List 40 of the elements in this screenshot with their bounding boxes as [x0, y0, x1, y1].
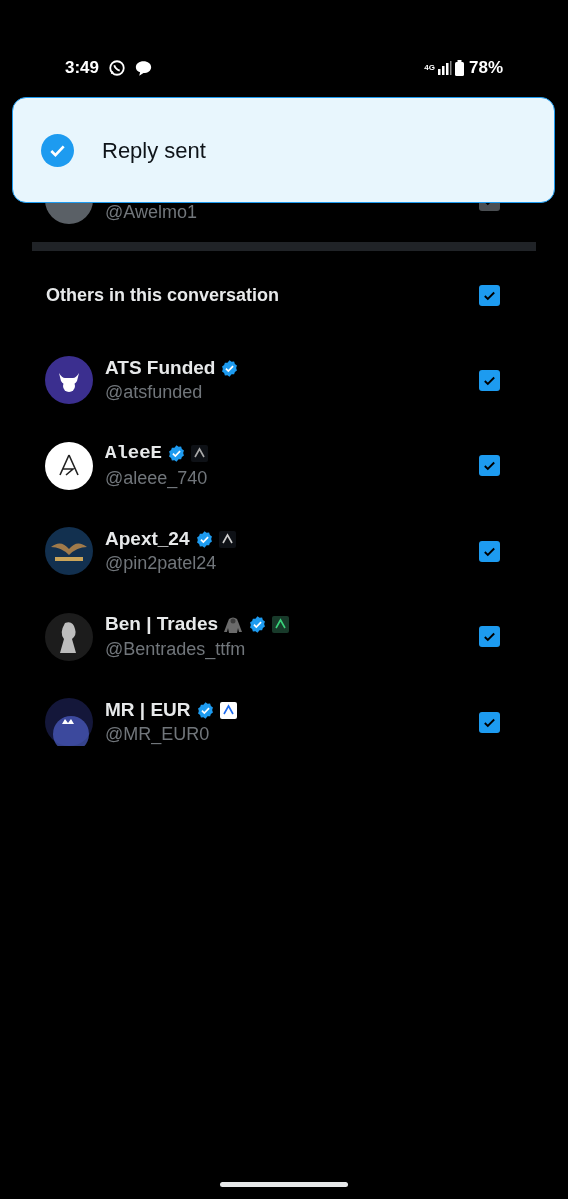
checkbox[interactable] — [479, 369, 500, 391]
user-handle: @atsfunded — [105, 381, 204, 404]
user-name: Ben | Trades — [105, 612, 219, 637]
checkbox[interactable] — [479, 540, 500, 562]
user-handle: @Bentrades_ttfm — [105, 637, 247, 661]
verified-badge-icon — [194, 529, 214, 549]
user-handle: @Awelmo1 — [105, 201, 197, 224]
user-handle: @MR_EUR0 — [105, 723, 211, 746]
checkbox[interactable] — [479, 626, 500, 647]
affiliate-badge-icon — [191, 445, 208, 462]
avatar[interactable] — [45, 612, 93, 661]
battery-level: 78% — [468, 57, 503, 80]
section-title: Others in this conversation — [46, 283, 280, 307]
affiliate-badge-icon — [219, 701, 237, 719]
avatar[interactable] — [45, 441, 93, 490]
user-name: ATS Funded — [105, 355, 216, 380]
verified-badge-icon — [220, 358, 240, 378]
affiliate-badge-icon — [272, 616, 290, 633]
message-icon — [135, 60, 153, 76]
checkbox[interactable] — [479, 284, 500, 306]
user-name: AleeE — [105, 441, 162, 467]
check-circle-icon — [41, 133, 74, 167]
avatar[interactable] — [45, 527, 93, 575]
checkbox[interactable] — [479, 455, 500, 476]
toast-message: Reply sent — [102, 136, 206, 165]
verified-badge-icon — [167, 444, 186, 463]
network-type: 4G — [424, 64, 435, 72]
checkbox[interactable] — [479, 711, 500, 733]
affiliate-badge-icon — [218, 530, 236, 548]
user-handle: @pin2patel24 — [105, 552, 218, 575]
user-name: MR | EUR — [105, 697, 191, 722]
avatar[interactable] — [45, 356, 93, 404]
verified-badge-icon — [195, 700, 215, 720]
battery-icon — [454, 60, 464, 76]
chat-bubble-icon — [108, 59, 127, 77]
user-handle: @aleee_740 — [105, 466, 208, 490]
signal-icon — [437, 61, 452, 75]
user-name: Apext_24 — [105, 526, 190, 551]
verified-badge-icon — [248, 615, 268, 634]
clock: 3:49 — [65, 57, 100, 80]
